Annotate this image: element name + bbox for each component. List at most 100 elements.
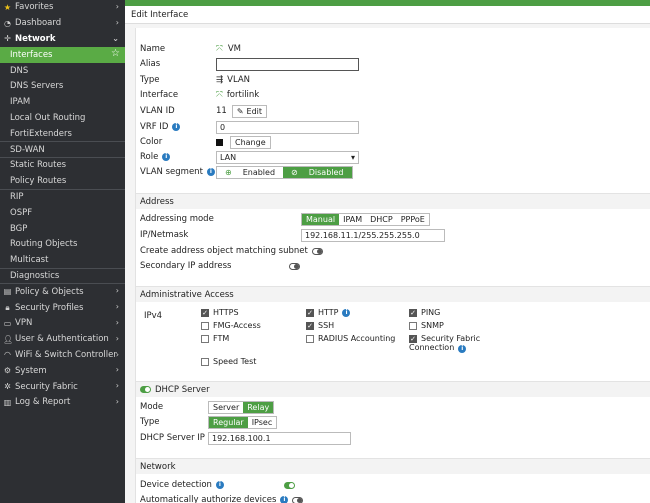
sidebar-item-system[interactable]: ⚙ System › bbox=[0, 363, 125, 379]
chevron-right-icon: › bbox=[115, 349, 119, 359]
type-row: Type ⇶ VLAN bbox=[140, 73, 250, 87]
interface-label: Interface bbox=[140, 90, 179, 100]
http-checkbox[interactable]: ✓ HTTP i bbox=[306, 308, 351, 317]
info-icon[interactable]: i bbox=[280, 496, 289, 503]
sidebar-item-dashboard[interactable]: ◔ Dashboard › bbox=[0, 16, 125, 32]
sidebar-item-local-out-routing[interactable]: Local Out Routing bbox=[0, 111, 125, 127]
sidebar-item-multicast[interactable]: Multicast bbox=[0, 253, 125, 269]
create-address-object-label: Create address object matching subnet bbox=[140, 246, 308, 256]
sidebar-item-routing-objects[interactable]: Routing Objects bbox=[0, 237, 125, 253]
sidebar-item-network[interactable]: ✛ Network ⌄ bbox=[0, 32, 125, 48]
mode-manual[interactable]: Manual bbox=[302, 213, 340, 225]
sidebar-item-wifi-switch-controller[interactable]: ◠ WiFi & Switch Controller › bbox=[0, 348, 125, 364]
create-address-object-toggle[interactable] bbox=[311, 247, 323, 255]
interface-row: Interface ⤧ fortilink bbox=[140, 88, 259, 102]
dhcp-type-regular[interactable]: Regular bbox=[209, 416, 248, 428]
vrf-id-input[interactable]: 0 bbox=[216, 120, 359, 134]
dhcp-server-ip-input[interactable]: 192.168.100.1 bbox=[208, 431, 351, 445]
dhcp-type-selector: Regular IPsec bbox=[208, 415, 278, 429]
fortilink-icon: ⤧ bbox=[216, 90, 223, 100]
name-row: Name ⤧ VM bbox=[140, 42, 241, 56]
chevron-right-icon: › bbox=[115, 365, 119, 375]
favorite-star-icon[interactable]: ☆ bbox=[111, 48, 120, 59]
secondary-ip-toggle[interactable] bbox=[289, 262, 300, 270]
snmp-checkbox[interactable]: SNMP bbox=[409, 321, 444, 330]
sidebar-item-favorites[interactable]: ★ Favorites › bbox=[0, 0, 125, 16]
sidebar-item-static-routes[interactable]: Static Routes bbox=[0, 158, 125, 174]
chevron-down-icon: ⌄ bbox=[112, 33, 119, 43]
security-fabric-connection-checkbox[interactable]: ✓ Security Fabric Connection i bbox=[409, 334, 480, 353]
check-icon: ✓ bbox=[201, 308, 209, 317]
sidebar-item-vpn[interactable]: ▭ VPN › bbox=[0, 316, 125, 332]
pencil-icon: ✎ bbox=[236, 106, 244, 116]
sidebar-item-fortiextenders[interactable]: FortiExtenders bbox=[0, 126, 125, 143]
check-icon: ✓ bbox=[306, 308, 314, 317]
monitor-icon: ▭ bbox=[3, 318, 12, 328]
sidebar-item-dns-servers[interactable]: DNS Servers bbox=[0, 79, 125, 95]
vrf-id-row: VRF ID i 0 bbox=[140, 120, 359, 134]
dhcp-server-ip-label: DHCP Server IP bbox=[140, 433, 205, 443]
info-icon[interactable]: i bbox=[162, 153, 171, 161]
https-checkbox[interactable]: ✓ HTTPS bbox=[201, 308, 239, 317]
name-value: VM bbox=[227, 44, 241, 54]
sidebar-item-bgp[interactable]: BGP bbox=[0, 221, 125, 237]
radius-accounting-checkbox[interactable]: RADIUS Accounting bbox=[306, 334, 395, 343]
dhcp-type-ipsec[interactable]: IPsec bbox=[248, 417, 277, 428]
info-icon[interactable]: i bbox=[458, 345, 467, 353]
speed-test-checkbox[interactable]: Speed Test bbox=[201, 357, 256, 366]
sidebar-item-policy-objects[interactable]: ▤ Policy & Objects › bbox=[0, 284, 125, 300]
auto-authorize-toggle[interactable] bbox=[292, 496, 304, 503]
dhcp-mode-relay[interactable]: Relay bbox=[243, 401, 274, 413]
info-icon[interactable]: i bbox=[206, 168, 215, 176]
color-label: Color bbox=[140, 137, 163, 147]
sidebar-item-sd-wan[interactable]: SD-WAN bbox=[0, 142, 125, 158]
sidebar-item-log-report[interactable]: ▥ Log & Report › bbox=[0, 395, 125, 411]
fmg-access-checkbox[interactable]: FMG-Access bbox=[201, 321, 261, 330]
lock-icon: 🔒︎ bbox=[5, 302, 10, 312]
alias-input[interactable] bbox=[216, 57, 359, 71]
sidebar-item-interfaces[interactable]: Interfaces ☆ bbox=[0, 47, 125, 64]
vlan-segment-disabled-option[interactable]: ⊘ Disabled bbox=[283, 166, 352, 178]
change-color-button[interactable]: Change bbox=[230, 135, 271, 149]
sidebar-item-security-profiles[interactable]: 🔒︎ Security Profiles › bbox=[0, 300, 125, 316]
sidebar-item-security-fabric[interactable]: ✲ Security Fabric › bbox=[0, 379, 125, 395]
report-icon: ▥ bbox=[3, 397, 12, 407]
ping-checkbox[interactable]: ✓ PING bbox=[409, 308, 440, 317]
mode-ipam[interactable]: IPAM bbox=[339, 214, 366, 225]
info-icon[interactable]: i bbox=[215, 481, 224, 489]
sidebar-item-dns[interactable]: DNS bbox=[0, 63, 125, 79]
edit-vlan-button[interactable]: ✎ Edit bbox=[231, 104, 268, 118]
addressing-mode-selector: Manual IPAM DHCP PPPoE bbox=[301, 212, 430, 226]
sidebar-item-diagnostics[interactable]: Diagnostics bbox=[0, 269, 125, 285]
mode-pppoe[interactable]: PPPoE bbox=[397, 214, 429, 225]
addressing-mode-label: Addressing mode bbox=[140, 214, 214, 224]
vrf-id-label-wrap: VRF ID i bbox=[140, 122, 216, 132]
device-detection-toggle[interactable] bbox=[283, 481, 295, 489]
page-title: Edit Interface bbox=[131, 9, 189, 20]
dhcp-server-toggle[interactable] bbox=[140, 386, 151, 393]
dropdown-arrow-icon: ▾ bbox=[350, 152, 355, 162]
mode-dhcp[interactable]: DHCP bbox=[366, 214, 397, 225]
check-icon: ✓ bbox=[409, 334, 417, 343]
ipmask-label: IP/Netmask bbox=[140, 230, 189, 240]
ipmask-input[interactable]: 192.168.11.1/255.255.255.0 bbox=[301, 228, 445, 242]
dhcp-mode-server[interactable]: Server bbox=[209, 402, 243, 413]
sidebar-item-policy-routes[interactable]: Policy Routes bbox=[0, 174, 125, 190]
sidebar-item-user-authentication[interactable]: 👤︎ User & Authentication › bbox=[0, 332, 125, 348]
dhcp-server-section-header: DHCP Server bbox=[136, 381, 650, 397]
ftm-checkbox[interactable]: FTM bbox=[201, 334, 229, 343]
sidebar-item-rip[interactable]: RIP bbox=[0, 190, 125, 206]
sidebar-item-ospf[interactable]: OSPF bbox=[0, 205, 125, 221]
vlan-segment-enabled-option[interactable]: ⊕ Enabled bbox=[217, 167, 283, 178]
dhcp-mode-row: Mode Server Relay bbox=[140, 400, 275, 414]
star-icon: ★ bbox=[3, 2, 12, 12]
create-address-object-row: Create address object matching subnet bbox=[140, 244, 323, 258]
sidebar-item-ipam[interactable]: IPAM bbox=[0, 95, 125, 111]
ssh-checkbox[interactable]: ✓ SSH bbox=[306, 321, 334, 330]
interface-value: fortilink bbox=[226, 90, 260, 100]
role-select[interactable]: LAN ▾ bbox=[216, 150, 359, 164]
info-icon[interactable]: i bbox=[342, 309, 351, 317]
chevron-right-icon: › bbox=[115, 317, 119, 327]
role-label-wrap: Role i bbox=[140, 152, 216, 162]
info-icon[interactable]: i bbox=[172, 123, 181, 131]
